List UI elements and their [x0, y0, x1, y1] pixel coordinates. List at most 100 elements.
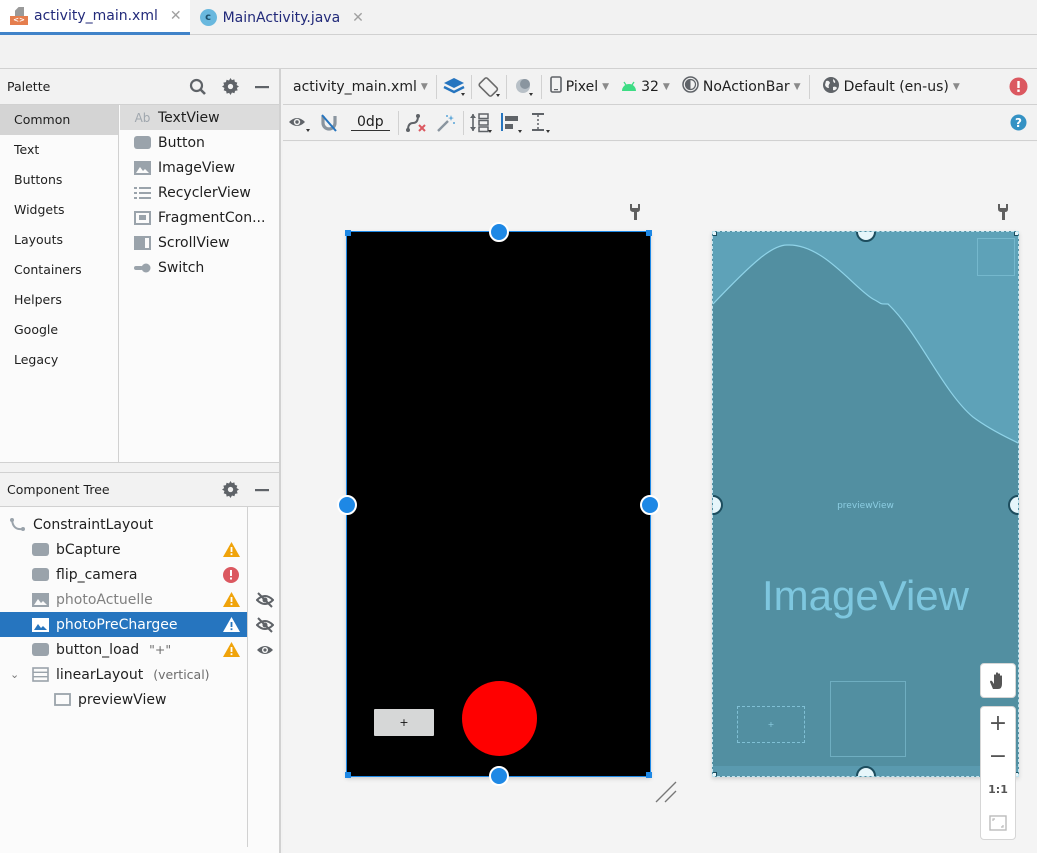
minimize-icon[interactable]	[252, 77, 272, 97]
blueprint-capture-button[interactable]	[830, 681, 906, 757]
chevron-down-icon: ▼	[793, 81, 801, 92]
resize-handle[interactable]	[646, 772, 652, 778]
palette-category-buttons[interactable]: Buttons	[0, 165, 118, 195]
separator	[470, 74, 472, 99]
palette-widget-imageview[interactable]: ImageView	[120, 155, 279, 180]
resize-handle[interactable]	[646, 230, 652, 236]
minimize-icon[interactable]	[252, 480, 272, 500]
design-surface-layers-icon[interactable]	[441, 74, 467, 100]
palette-category-helpers[interactable]: Helpers	[0, 285, 118, 315]
pack-icon[interactable]	[468, 110, 494, 136]
tree-item-constraintlayout[interactable]: ConstraintLayout	[0, 512, 247, 537]
tree-item-bcapture[interactable]: bCapture	[0, 537, 247, 562]
gear-icon[interactable]	[220, 77, 240, 97]
palette-category-common[interactable]: Common	[0, 105, 118, 135]
zoom-to-fit-icon[interactable]	[981, 806, 1015, 839]
tree-item-flip-camera[interactable]: flip_camera	[0, 562, 247, 587]
blueprint-flip-camera[interactable]	[977, 238, 1015, 276]
switch-icon	[134, 261, 151, 275]
tree-item-button-load[interactable]: button_load "+"	[0, 637, 247, 662]
resize-handle[interactable]	[345, 230, 351, 236]
widget-label: FragmentCon...	[158, 209, 266, 226]
eye-off-icon[interactable]	[251, 612, 279, 637]
tab-main-activity-java[interactable]: c MainActivity.java ✕	[190, 0, 372, 35]
tree-item-photoactuelle[interactable]: photoActuelle	[0, 587, 247, 612]
component-tree: ConstraintLayout bCapture flip_camera ph…	[0, 507, 279, 847]
error-icon[interactable]	[1005, 74, 1031, 100]
pan-hand-icon[interactable]	[981, 664, 1015, 697]
palette-category-containers[interactable]: Containers	[0, 255, 118, 285]
palette-title: Palette	[7, 79, 51, 94]
panel-splitter[interactable]	[0, 463, 279, 473]
capture-button-preview[interactable]	[462, 681, 537, 756]
warning-icon[interactable]	[222, 541, 240, 558]
palette-widget-recyclerview[interactable]: RecyclerView	[120, 180, 279, 205]
zoom-out-icon[interactable]: −	[981, 740, 1015, 773]
error-icon[interactable]	[222, 566, 240, 583]
wrench-icon[interactable]	[997, 203, 1009, 225]
locale-dropdown[interactable]: Default (en-us) ▼	[812, 69, 966, 104]
button-icon	[32, 643, 49, 657]
resize-handle[interactable]	[713, 772, 717, 776]
default-margin-field[interactable]: 0dp	[351, 114, 390, 131]
resize-handle[interactable]	[713, 232, 717, 236]
autoconnect-magnet-icon[interactable]	[317, 110, 343, 136]
blueprint-button-load[interactable]: +	[737, 706, 805, 743]
api-level-dropdown[interactable]: 32 ▼	[615, 69, 676, 104]
infer-constraints-magic-wand-icon[interactable]	[433, 110, 459, 136]
constraint-handle-bottom[interactable]	[489, 766, 509, 786]
palette-widget-textview[interactable]: Ab TextView	[120, 105, 279, 130]
zoom-actual-size-button[interactable]: 1:1	[981, 773, 1015, 806]
view-options-icon[interactable]	[287, 110, 313, 136]
layout-file-dropdown[interactable]: activity_main.xml ▼	[283, 69, 434, 104]
theme-dropdown[interactable]: NoActionBar ▼	[676, 69, 807, 104]
palette-widget-scrollview[interactable]: ScrollView	[120, 230, 279, 255]
zoom-in-icon[interactable]: +	[981, 707, 1015, 740]
tree-item-linearlayout[interactable]: ⌄ linearLayout (vertical)	[0, 662, 247, 687]
tab-label: activity_main.xml	[34, 8, 158, 24]
eye-off-icon[interactable]	[251, 587, 279, 612]
chevron-down-icon[interactable]: ⌄	[10, 668, 24, 681]
tab-activity-main-xml[interactable]: <> activity_main.xml ✕	[0, 0, 190, 35]
constraint-handle-right[interactable]	[640, 495, 660, 515]
palette-category-legacy[interactable]: Legacy	[0, 345, 118, 375]
resize-grip-icon[interactable]	[654, 780, 680, 806]
help-icon[interactable]: ?	[1005, 110, 1031, 136]
night-mode-icon[interactable]	[511, 74, 537, 100]
palette-widget-button[interactable]: Button	[120, 130, 279, 155]
orientation-icon[interactable]	[476, 74, 502, 100]
palette-category-layouts[interactable]: Layouts	[0, 225, 118, 255]
design-surface[interactable]: +	[337, 222, 660, 786]
button-load-preview[interactable]: +	[374, 709, 434, 736]
wrench-icon[interactable]	[629, 203, 641, 225]
gear-icon[interactable]	[220, 480, 240, 500]
warning-icon[interactable]	[222, 616, 240, 633]
widget-label: Button	[158, 134, 205, 151]
tree-item-previewview[interactable]: previewView	[0, 687, 247, 712]
device-dropdown[interactable]: Pixel ▼	[544, 69, 615, 104]
guidelines-icon[interactable]	[528, 110, 554, 136]
palette-category-text[interactable]: Text	[0, 135, 118, 165]
tree-item-photoprechargee[interactable]: photoPreChargee	[0, 612, 247, 637]
tree-item-label: photoActuelle	[56, 591, 153, 608]
constraint-handle-top[interactable]	[489, 222, 509, 242]
resize-handle[interactable]	[1014, 232, 1018, 236]
close-icon[interactable]: ✕	[352, 10, 364, 26]
eye-icon[interactable]	[251, 637, 279, 662]
align-icon[interactable]	[498, 110, 524, 136]
widget-label: RecyclerView	[158, 184, 251, 201]
palette-widget-switch[interactable]: Switch	[120, 255, 279, 280]
close-icon[interactable]: ✕	[170, 8, 182, 24]
palette-category-widgets[interactable]: Widgets	[0, 195, 118, 225]
blueprint-surface[interactable]: previewView ImageView +	[712, 231, 1019, 777]
palette-widget-fragment-container[interactable]: FragmentCon...	[120, 205, 279, 230]
resize-handle[interactable]	[345, 772, 351, 778]
design-canvas[interactable]: + previewView ImageView + + − 1:1	[283, 142, 1037, 853]
clear-constraints-icon[interactable]	[403, 110, 429, 136]
warning-icon[interactable]	[222, 641, 240, 658]
constraint-handle-left[interactable]	[337, 495, 357, 515]
palette-category-google[interactable]: Google	[0, 315, 118, 345]
chevron-down-icon: ▼	[952, 81, 960, 92]
warning-icon[interactable]	[222, 591, 240, 608]
search-icon[interactable]	[188, 77, 208, 97]
